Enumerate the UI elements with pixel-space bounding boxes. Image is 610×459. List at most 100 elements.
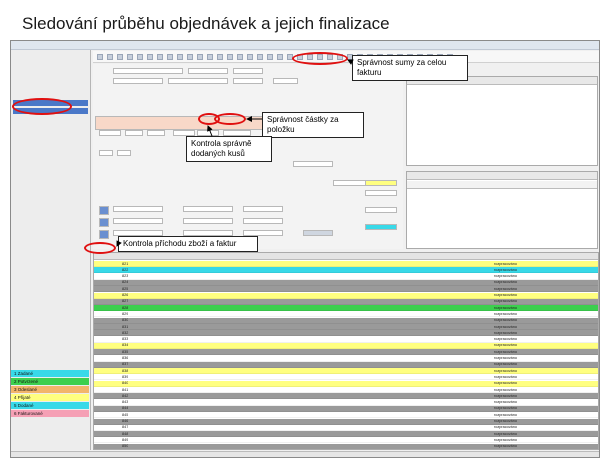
qty-field[interactable]	[117, 150, 131, 156]
table-row[interactable]: 821 rozpracováno	[94, 261, 598, 267]
field[interactable]	[168, 78, 228, 84]
toolbar-button[interactable]	[277, 54, 283, 60]
field[interactable]	[243, 206, 283, 212]
row-number: 835	[122, 349, 129, 354]
toolbar-button[interactable]	[257, 54, 263, 60]
row-number: 842	[122, 393, 129, 398]
table-row[interactable]: 849 rozpracováno	[94, 437, 598, 444]
status-field[interactable]	[365, 224, 397, 230]
table-row[interactable]: 838 rozpracováno	[94, 368, 598, 375]
table-row[interactable]: 826 rozpracováno	[94, 292, 598, 299]
toolbar-button[interactable]	[217, 54, 223, 60]
status-filter-strip[interactable]: 5 Dodané	[11, 402, 89, 409]
row-state: rozpracováno	[494, 318, 518, 323]
field[interactable]	[365, 207, 397, 213]
row-state: rozpracováno	[494, 267, 518, 272]
table-row[interactable]: 823 rozpracováno	[94, 273, 598, 280]
field[interactable]	[233, 68, 263, 74]
panel-columns	[407, 181, 597, 189]
row-state: rozpracováno	[494, 437, 518, 442]
status-filter-strip[interactable]: 6 Fakturované	[11, 410, 89, 417]
sidebar-item[interactable]	[13, 54, 88, 60]
field[interactable]	[113, 218, 163, 224]
field[interactable]	[113, 78, 163, 84]
field[interactable]	[293, 161, 333, 167]
toolbar-button[interactable]	[177, 54, 183, 60]
status-filter-strip[interactable]: 1 Zadané	[11, 370, 89, 377]
table-row[interactable]: 839 rozpracováno	[94, 374, 598, 381]
field[interactable]	[147, 130, 165, 136]
toolbar-button[interactable]	[187, 54, 193, 60]
table-row[interactable]: 828 rozpracováno	[94, 305, 598, 312]
toolbar-button[interactable]	[117, 54, 123, 60]
table-row[interactable]: 843 rozpracováno	[94, 399, 598, 406]
toolbar-button[interactable]	[147, 54, 153, 60]
toolbar-button[interactable]	[167, 54, 173, 60]
field[interactable]	[243, 218, 283, 224]
table-row[interactable]: 830 rozpracováno	[94, 317, 598, 324]
table-row[interactable]: 848 rozpracováno	[94, 431, 598, 438]
table-row[interactable]: 837 rozpracováno	[94, 361, 598, 368]
sidebar-item[interactable]	[13, 116, 88, 122]
table-row[interactable]: 825 rozpracováno	[94, 286, 598, 293]
toolbar-button[interactable]	[197, 54, 203, 60]
button[interactable]	[303, 230, 333, 236]
field[interactable]	[113, 206, 163, 212]
row-number: 841	[122, 387, 129, 392]
toolbar-button[interactable]	[127, 54, 133, 60]
toolbar-button[interactable]	[97, 54, 103, 60]
table-row[interactable]: 827 rozpracováno	[94, 298, 598, 305]
table-row[interactable]: 829 rozpracováno	[94, 311, 598, 318]
field[interactable]	[233, 78, 263, 84]
supplier-field[interactable]	[113, 68, 183, 74]
row-state: rozpracováno	[494, 299, 518, 304]
row-number: 834	[122, 343, 129, 348]
table-row[interactable]: 841 rozpracováno	[94, 387, 598, 393]
table-row[interactable]: 840 rozpracováno	[94, 380, 598, 387]
callout-item: Správnost částky za položku	[262, 112, 364, 138]
field[interactable]	[273, 78, 298, 84]
toolbar-button[interactable]	[227, 54, 233, 60]
toolbar-button[interactable]	[137, 54, 143, 60]
table-row[interactable]: 834 rozpracováno	[94, 342, 598, 349]
table-row[interactable]: 836 rozpracováno	[94, 355, 598, 362]
row-number: 826	[122, 293, 129, 297]
field[interactable]	[183, 218, 233, 224]
sidebar-item[interactable]	[13, 70, 88, 76]
invoice-items-panel	[406, 76, 598, 166]
status-filter-strip[interactable]: 3 Odeslané	[11, 386, 89, 393]
row-number: 822	[122, 267, 129, 272]
status-filter-strip[interactable]: 2 Potvrzené	[11, 378, 89, 385]
qty-field[interactable]	[99, 150, 113, 156]
toolbar-button[interactable]	[207, 54, 213, 60]
table-row[interactable]: 842 rozpracováno	[94, 393, 598, 400]
toolbar-button[interactable]	[107, 54, 113, 60]
panel-header	[407, 172, 597, 180]
table-row[interactable]: 833 rozpracováno	[94, 336, 598, 343]
toolbar-button[interactable]	[267, 54, 273, 60]
field[interactable]	[188, 68, 228, 74]
table-row[interactable]: 832 rozpracováno	[94, 330, 598, 337]
table-row[interactable]: 845 rozpracováno	[94, 412, 598, 419]
toolbar-button[interactable]	[237, 54, 243, 60]
table-row[interactable]: 822 rozpracováno	[94, 267, 598, 274]
table-row[interactable]: 844 rozpracováno	[94, 405, 598, 412]
toolbar-button[interactable]	[157, 54, 163, 60]
field[interactable]	[183, 206, 233, 212]
field[interactable]	[125, 130, 143, 136]
table-row[interactable]: 850 rozpracováno	[94, 443, 598, 449]
table-row[interactable]: 847 rozpracováno	[94, 424, 598, 431]
table-row[interactable]: 824 rozpracováno	[94, 279, 598, 286]
sidebar-item[interactable]	[13, 78, 88, 84]
field[interactable]	[365, 190, 397, 196]
row-state: rozpracováno	[494, 387, 518, 392]
table-row[interactable]: 846 rozpracováno	[94, 418, 598, 425]
invoice-date-field[interactable]	[365, 180, 397, 186]
sidebar-item[interactable]	[13, 62, 88, 68]
status-filter-strip[interactable]: 4 Přijaté	[11, 394, 89, 401]
toolbar-button[interactable]	[247, 54, 253, 60]
field[interactable]	[99, 130, 121, 136]
table-row[interactable]: 831 rozpracováno	[94, 324, 598, 330]
table-row[interactable]: 835 rozpracováno	[94, 349, 598, 356]
row-state: rozpracováno	[494, 280, 518, 285]
